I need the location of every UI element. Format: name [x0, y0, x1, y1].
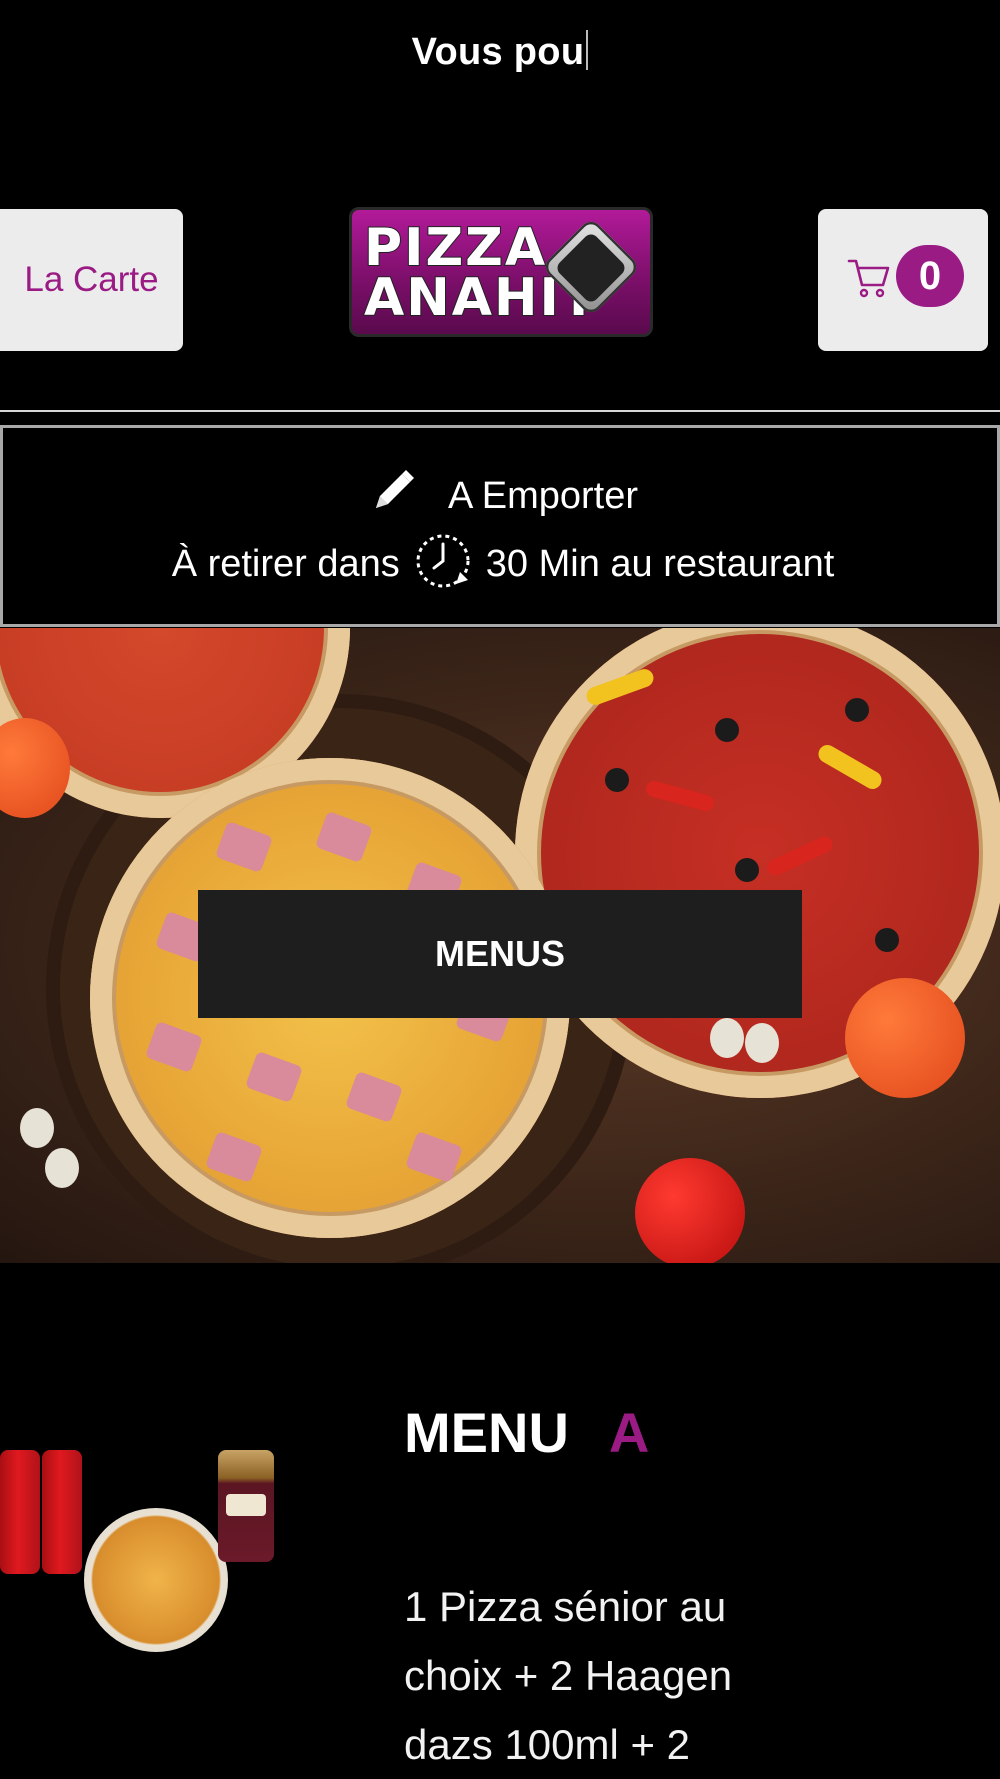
text-caret	[586, 30, 589, 70]
cart-count-badge: 0	[896, 245, 964, 307]
typing-text-value: Vous pou	[411, 31, 585, 73]
order-mode-row: A Emporter	[3, 466, 1000, 526]
menu-title-letter: A	[608, 1401, 650, 1464]
menu-item-title: MENU A	[404, 1400, 649, 1465]
quail-egg	[20, 1108, 54, 1148]
quail-egg	[710, 1018, 744, 1058]
la-carte-label: La Carte	[24, 260, 159, 299]
cart-button[interactable]: 0	[818, 209, 988, 351]
menus-button[interactable]: MENUS	[198, 890, 802, 1018]
cart-icon	[847, 255, 891, 304]
orange-tomato	[845, 978, 965, 1098]
quail-egg	[745, 1023, 779, 1063]
menu-title-text: MENU	[404, 1401, 569, 1464]
cola-can	[42, 1450, 82, 1574]
pizza-anahit-logo[interactable]: PIZZA ANAHIT	[349, 207, 653, 337]
small-pizza	[84, 1508, 228, 1652]
red-tomato	[635, 1158, 745, 1263]
hero-banner-image: MENUS	[0, 628, 1000, 1263]
typing-text: Vous pou	[0, 30, 1000, 74]
pickup-prefix: À retirer dans	[171, 543, 400, 585]
menu-item-description: 1 Pizza sénior au choix + 2 Haagen dazs …	[404, 1583, 733, 1768]
header-divider	[0, 410, 1000, 412]
la-carte-button[interactable]: La Carte	[0, 209, 183, 351]
menu-a-image	[0, 1440, 290, 1660]
icecream-tub	[218, 1450, 274, 1562]
order-mode-box[interactable]: A Emporter À retirer dans 30 Min au rest…	[0, 425, 1000, 627]
pencil-icon[interactable]	[368, 466, 418, 526]
cola-can	[0, 1450, 40, 1574]
quail-egg	[45, 1148, 79, 1188]
pickup-time-row: À retirer dans 30 Min au restaurant	[3, 528, 1000, 604]
pickup-suffix: 30 Min au restaurant	[485, 543, 835, 585]
order-mode-label: A Emporter	[447, 475, 639, 517]
clock-icon	[410, 528, 476, 604]
